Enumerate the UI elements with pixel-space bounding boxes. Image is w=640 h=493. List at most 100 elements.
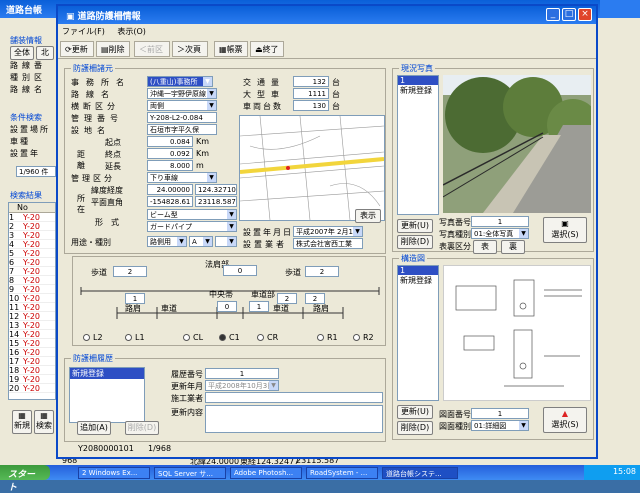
history-content-field[interactable] — [205, 405, 383, 433]
drawing-no-field[interactable]: 1 — [471, 408, 529, 419]
bg-result-row[interactable]: 6 Y-20 — [9, 258, 55, 267]
photo-update-button[interactable]: 更新(U) — [397, 219, 433, 233]
radio-l2[interactable]: L2 — [83, 333, 103, 342]
radio-c1[interactable]: C1 — [219, 333, 240, 342]
location-map[interactable] — [239, 115, 385, 221]
drawing-select-button[interactable]: ▲ 選択(S) — [543, 407, 587, 433]
bg-result-row[interactable]: 8 Y-20 — [9, 276, 55, 285]
bg-result-row[interactable]: 17 Y-20 — [9, 357, 55, 366]
bg-new-button[interactable]: ▦ 新規 — [12, 410, 32, 434]
radio-cl[interactable]: CL — [183, 333, 203, 342]
bg-result-row[interactable]: 2 Y-20 — [9, 222, 55, 231]
bg-result-row[interactable]: 14 Y-20 — [9, 330, 55, 339]
menu-view[interactable]: 表示(O) — [117, 27, 146, 36]
photo-select-button[interactable]: ▣ 選択(S) — [543, 217, 587, 243]
bg-result-row[interactable]: 13 Y-20 — [9, 321, 55, 330]
report-button[interactable]: ▦帳票 — [214, 41, 248, 57]
close-icon[interactable]: × — [578, 8, 592, 21]
bg-result-row[interactable]: 5 Y-20 — [9, 249, 55, 258]
task-explorer[interactable]: 2 Windows Ex... — [78, 467, 150, 479]
plane-y-field[interactable]: 23118.587 — [195, 196, 237, 207]
photo-item-new[interactable]: 新規登録 — [398, 85, 438, 96]
office-select[interactable]: (八重山)事務所 — [147, 76, 213, 87]
bg-tab-all[interactable]: 全体 — [10, 46, 34, 60]
bg-result-row[interactable]: 7 Y-20 — [9, 267, 55, 276]
type2-select[interactable]: ガードパイプ — [147, 221, 237, 232]
task-photoshop[interactable]: Adobe Photosh... — [230, 467, 302, 479]
lat-field[interactable]: 24.00000 — [147, 184, 193, 195]
use-select[interactable]: 路側用 — [147, 236, 187, 247]
bg-result-row[interactable]: 12 Y-20 — [9, 312, 55, 321]
radio-cr[interactable]: CR — [257, 333, 278, 342]
photo-front-button[interactable]: 表 — [473, 240, 497, 254]
photo-list[interactable]: 1 新規登録 — [397, 75, 439, 215]
bg-result-row[interactable]: 18 Y-20 — [9, 366, 55, 375]
history-delete-button[interactable]: 削除(D) — [125, 421, 159, 435]
history-vendor-field[interactable] — [205, 392, 383, 403]
bg-result-row[interactable]: 15 Y-20 — [9, 339, 55, 348]
menu-file[interactable]: ファイル(F) — [62, 27, 105, 36]
next-button[interactable]: ＞次頁 — [172, 41, 208, 57]
history-item[interactable]: 新規登録 — [70, 368, 144, 379]
diagram-mid-field[interactable]: 0 — [223, 265, 257, 276]
mgmt-cls-select[interactable]: 下り車線 — [147, 172, 217, 183]
bg-result-row[interactable]: 10 Y-20 — [9, 294, 55, 303]
task-roadsystem[interactable]: RoadSystem - ... — [306, 467, 378, 479]
task-roadledger[interactable]: 道路台帳システ... — [382, 467, 458, 479]
radio-l1[interactable]: L1 — [125, 333, 145, 342]
photo-delete-button[interactable]: 削除(D) — [397, 235, 433, 249]
bg-result-row[interactable]: 16 Y-20 — [9, 348, 55, 357]
plane-x-field[interactable]: -154828.61 — [147, 196, 193, 207]
drawing-item-no[interactable]: 1 — [398, 266, 438, 275]
kind1-select[interactable]: A — [189, 236, 213, 247]
diagram-v3-field[interactable]: 0 — [217, 301, 237, 312]
route-select[interactable]: 沖縄一宇野伊原線 — [147, 88, 217, 99]
minimize-icon[interactable]: _ — [546, 8, 560, 21]
bg-tab-north[interactable]: 北 — [36, 46, 54, 60]
bg-result-row[interactable]: 20 Y-20 — [9, 384, 55, 393]
bg-search-button[interactable]: ▦ 検索 — [34, 410, 54, 434]
history-date-field[interactable]: 平成2008年10月3日 — [205, 380, 279, 391]
bg-result-row[interactable]: 9 Y-20 — [9, 285, 55, 294]
diagram-right-field[interactable]: 2 — [305, 266, 339, 277]
bg-result-row[interactable]: 11 Y-20 — [9, 303, 55, 312]
radio-r1[interactable]: R1 — [317, 333, 338, 342]
map-display-button[interactable]: 表示 — [355, 209, 381, 223]
bg-results-list[interactable]: No 1 Y-20 2 Y-20 3 Y-20 4 Y-20 5 Y-20 6 Y-20 7 Y-20 8 Y… — [8, 202, 56, 400]
update-button[interactable]: ⟳更新 — [60, 41, 94, 57]
length-field[interactable]: 8.000 — [147, 160, 193, 171]
place-field[interactable]: 石垣市字平久保 — [147, 124, 217, 135]
task-sqlserver[interactable]: SQL Server サ... — [154, 467, 226, 479]
large-field[interactable]: 1111 — [293, 88, 329, 99]
install-date-field[interactable]: 平成2007年 2月15日 — [293, 226, 363, 237]
exit-button[interactable]: ⏏終了 — [250, 41, 284, 57]
drawing-delete-button[interactable]: 削除(D) — [397, 421, 433, 435]
prev-button[interactable]: ＜前区 — [134, 41, 170, 57]
start-button[interactable]: スタート — [0, 465, 50, 493]
bg-result-row[interactable]: 19 Y-20 — [9, 375, 55, 384]
diagram-v4-field[interactable]: 1 — [249, 301, 269, 312]
diagram-left-field[interactable]: 2 — [113, 266, 147, 277]
drawing-update-button[interactable]: 更新(U) — [397, 405, 433, 419]
vendor-field[interactable]: 株式会社宮西工業 — [293, 238, 363, 249]
cross-select[interactable]: 両側 — [147, 100, 217, 111]
bg-result-row[interactable]: 1 Y-20 — [9, 213, 55, 222]
history-list[interactable]: 新規登録 — [69, 367, 145, 423]
history-no-field[interactable]: 1 — [205, 368, 279, 379]
drawing-list[interactable]: 1 新規登録 — [397, 265, 439, 401]
history-add-button[interactable]: 追加(A) — [77, 421, 111, 435]
photo-item-no[interactable]: 1 — [398, 76, 438, 85]
traffic-field[interactable]: 132 — [293, 76, 329, 87]
drawing-kind-select[interactable]: 01:詳細図 — [471, 420, 529, 431]
photo-back-button[interactable]: 裏 — [501, 240, 525, 254]
photo-no-field[interactable]: 1 — [471, 216, 529, 227]
type1-select[interactable]: ビーム型 — [147, 209, 237, 220]
mgmt-no-field[interactable]: Y-208-L2-0.084 — [147, 112, 217, 123]
diagram-v2-field[interactable]: 2 — [277, 293, 297, 304]
start-field[interactable]: 0.084 — [147, 136, 193, 147]
bg-result-row[interactable]: 3 Y-20 — [9, 231, 55, 240]
bg-result-row[interactable]: 4 Y-20 — [9, 240, 55, 249]
diagram-v1-field[interactable]: 1 — [125, 293, 145, 304]
drawing-item-new[interactable]: 新規登録 — [398, 275, 438, 286]
delete-button[interactable]: ▤削除 — [96, 41, 130, 57]
